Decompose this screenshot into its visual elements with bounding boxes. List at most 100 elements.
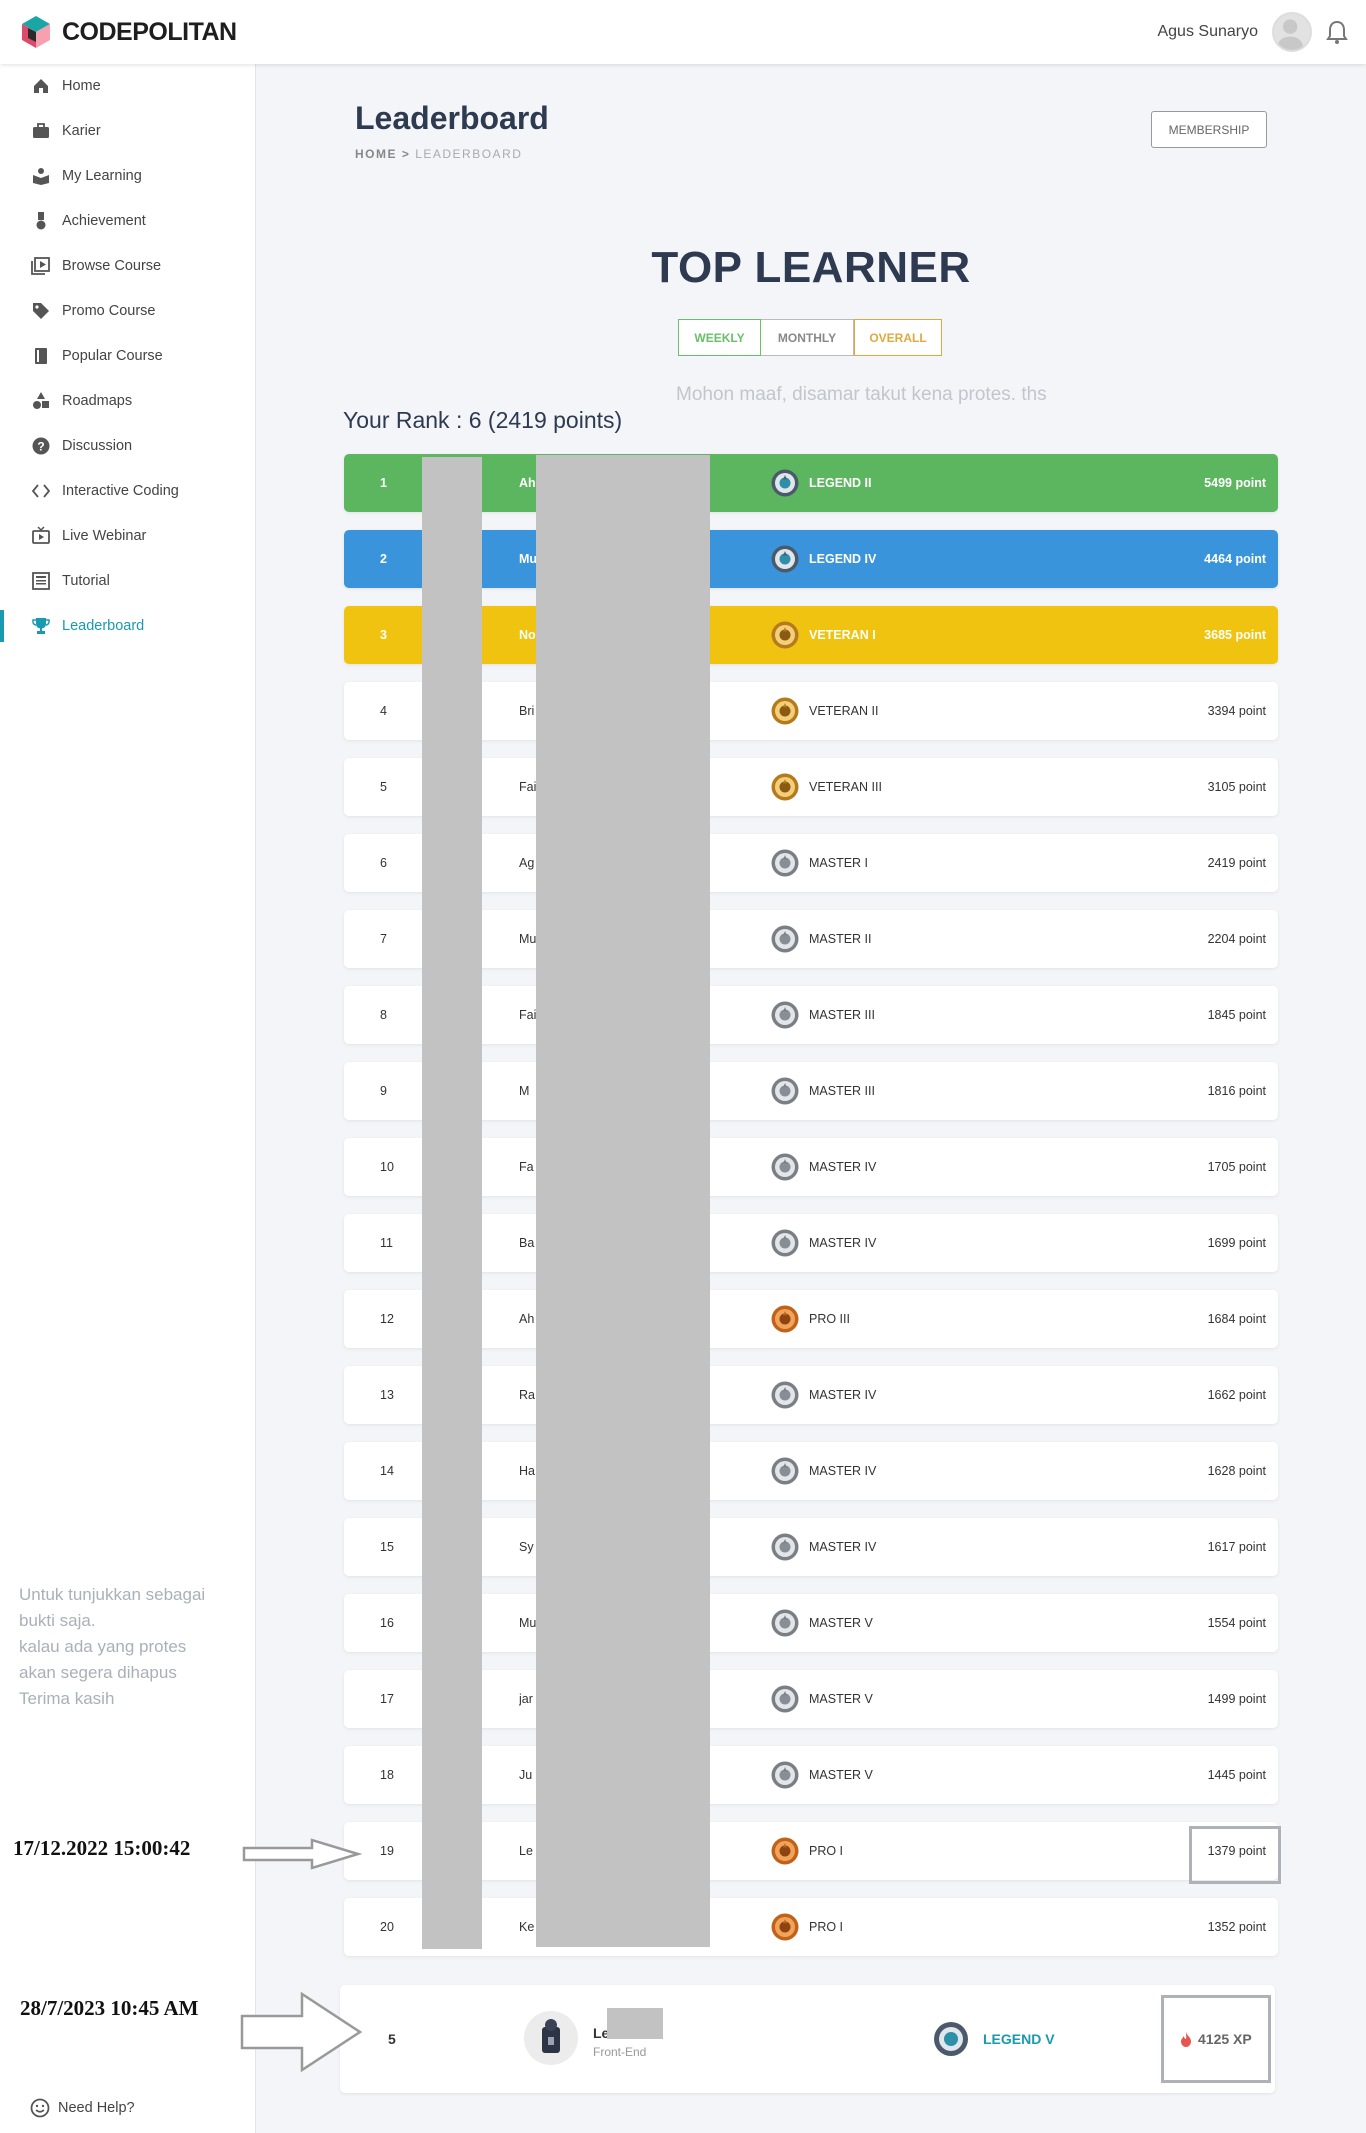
codepolitan-logo[interactable]: CODEPOLITAN [16,12,237,52]
points-value: 5499 point [1204,476,1266,490]
sidebar-item-label: Tutorial [62,573,110,589]
note-line: kalau ada yang protes [19,1637,187,1656]
sidebar-item-label: Live Webinar [62,528,147,544]
leaderboard-row[interactable]: 8 Fai MASTER III 1845 point [344,986,1278,1044]
bell-icon[interactable] [1326,20,1348,44]
user-name[interactable]: Agus Sunaryo [1157,23,1258,41]
tab-weekly[interactable]: WEEKLY [678,319,761,356]
my-rank-row[interactable]: 5 Le Front-End LEGEND V 4125 XP [340,1985,1275,2093]
leaderboard-row[interactable]: 12 Ah PRO III 1684 point [344,1290,1278,1348]
master-badge-icon [771,1533,799,1561]
leaderboard-row[interactable]: 18 Ju MASTER V 1445 point [344,1746,1278,1804]
leaderboard-row[interactable]: 10 Fa MASTER IV 1705 point [344,1138,1278,1196]
master-badge-icon [771,1153,799,1181]
my-avatar [524,2011,578,2065]
xp-highlight-box [1161,1995,1271,2083]
user-avatar[interactable] [1272,12,1312,52]
leaderboard-row[interactable]: 11 Ba MASTER IV 1699 point [344,1214,1278,1272]
sidebar-item-discussion[interactable]: ? Discussion [0,426,255,466]
leaderboard-row[interactable]: 2 Mu LEGEND IV 4464 point [344,530,1278,588]
need-help-button[interactable]: Need Help? [30,2098,135,2118]
top-learner-heading: TOP LEARNER [651,243,971,292]
leaderboard-row[interactable]: 15 Sy MASTER IV 1617 point [344,1518,1278,1576]
sidebar-item-my-learning[interactable]: My Learning [0,156,255,196]
points-value: 1445 point [1207,1768,1266,1782]
veteran-badge-icon [771,773,799,801]
rank-number: 1 [380,476,387,490]
tier-label: MASTER IV [809,1464,877,1478]
rank-number: 3 [380,628,387,642]
sidebar-item-tutorial[interactable]: Tutorial [0,561,255,601]
leaderboard-row[interactable]: 9 M MASTER III 1816 point [344,1062,1278,1120]
leaderboard-row[interactable]: 19 Le PRO I 1379 point [344,1822,1278,1880]
rank-number: 5 [380,780,387,794]
rank-number: 2 [380,552,387,566]
svg-text:?: ? [37,440,44,454]
sidebar-item-label: Achievement [62,213,146,229]
sidebar-item-live-webinar[interactable]: Live Webinar [0,516,255,556]
leaderboard-row[interactable]: 7 Mu MASTER II 2204 point [344,910,1278,968]
sidebar-item-interactive-coding[interactable]: Interactive Coding [0,471,255,511]
proof-note: Untuk tunjukkan sebagai bukti saja. kalau … [19,1582,244,1712]
veteran-badge-icon [771,621,799,649]
sidebar-item-label: Home [62,78,101,94]
rank-number: 14 [380,1464,394,1478]
master-badge-icon [771,1685,799,1713]
briefcase-icon [30,121,52,141]
leaderboard-row[interactable]: 4 Bri VETERAN II 3394 point [344,682,1278,740]
rank-number: 20 [380,1920,394,1934]
period-tabs: WEEKLY MONTHLY OVERALL [678,319,942,356]
tier-label: MASTER IV [809,1236,877,1250]
sidebar-item-home[interactable]: Home [0,66,255,106]
avatar-figure-icon [542,2019,560,2053]
leaderboard-row[interactable]: 20 Ke PRO I 1352 point [344,1898,1278,1956]
leaderboard-row[interactable]: 14 Ha MASTER IV 1628 point [344,1442,1278,1500]
rank-number: 4 [380,704,387,718]
sidebar-item-leaderboard[interactable]: Leaderboard [0,606,255,646]
note-line: bukti saja. [19,1611,96,1630]
points-value: 3394 point [1207,704,1266,718]
points-value: 1662 point [1207,1388,1266,1402]
master-badge-icon [771,1457,799,1485]
points-value: 1845 point [1207,1008,1266,1022]
sidebar-item-promo-course[interactable]: Promo Course [0,291,255,331]
breadcrumb-home[interactable]: HOME [355,147,397,161]
master-badge-icon [771,1229,799,1257]
tab-monthly[interactable]: MONTHLY [761,319,854,356]
points-value: 1352 point [1207,1920,1266,1934]
membership-button[interactable]: MEMBERSHIP [1151,111,1267,148]
rank-number: 16 [380,1616,394,1630]
leaderboard-row[interactable]: 3 No VETERAN I 3685 point [344,606,1278,664]
master-badge-icon [771,1609,799,1637]
smile-icon [30,2098,50,2118]
book-reader-icon [30,166,52,186]
pro-badge-icon [771,1837,799,1865]
leaderboard-row[interactable]: 16 Mu MASTER V 1554 point [344,1594,1278,1652]
tab-overall[interactable]: OVERALL [854,319,942,356]
tier-label: MASTER V [809,1692,873,1706]
trophy-icon [30,616,52,636]
note-line: Untuk tunjukkan sebagai [19,1585,206,1604]
redaction-notice: Mohon maaf, disamar takut kena protes. t… [676,384,1047,405]
leaderboard-row[interactable]: 1 Ah LEGEND II 5499 point [344,454,1278,512]
sidebar-item-popular-course[interactable]: Popular Course [0,336,255,376]
points-value: 2419 point [1207,856,1266,870]
leaderboard-row[interactable]: 6 Ag MASTER I 2419 point [344,834,1278,892]
sidebar-item-karier[interactable]: Karier [0,111,255,151]
leaderboard-row[interactable]: 17 jar MASTER V 1499 point [344,1670,1278,1728]
points-value: 3105 point [1207,780,1266,794]
leaderboard-row[interactable]: 13 Ra MASTER IV 1662 point [344,1366,1278,1424]
sidebar-item-label: Discussion [62,438,133,454]
tier-label: LEGEND II [809,476,872,490]
rank-number: 19 [380,1844,394,1858]
home-icon [30,76,52,96]
sidebar-item-roadmaps[interactable]: Roadmaps [0,381,255,421]
leaderboard-row[interactable]: 5 Fai VETERAN III 3105 point [344,758,1278,816]
sidebar-item-achievement[interactable]: Achievement [0,201,255,241]
breadcrumb-current: LEADERBOARD [415,147,523,161]
timestamp-annotation: 28/7/2023 10:45 AM [20,1996,199,2020]
sidebar-item-label: Roadmaps [62,393,133,409]
sidebar-item-label: Leaderboard [62,618,145,634]
rank-number: 11 [380,1236,393,1250]
rank-number: 7 [380,932,387,946]
